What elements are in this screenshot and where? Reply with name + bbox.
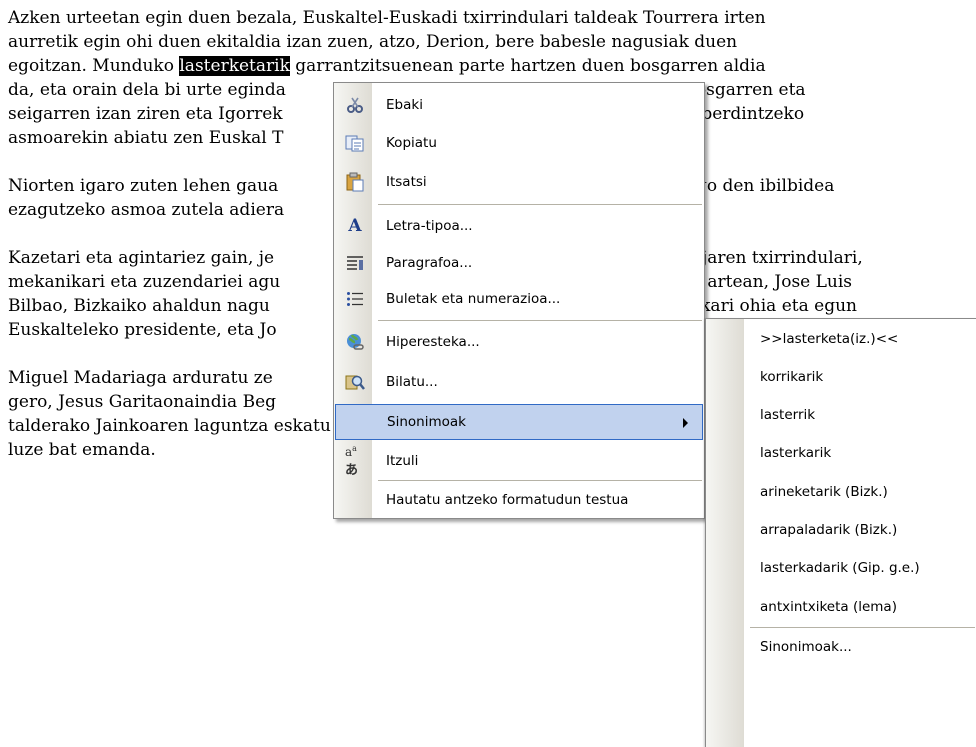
synonym-label: antxintxiketa (lema) <box>760 599 897 615</box>
menu-separator <box>750 627 975 628</box>
translate-icon: aaあ <box>345 444 359 478</box>
menu-item-bullets[interactable]: Buletak eta numerazioa... <box>335 281 703 317</box>
synonym-item[interactable]: antxintxiketa (lema) <box>707 589 976 625</box>
synonyms-submenu: >>lasterketa(iz.)<< korrikarik lasterrik… <box>705 318 976 747</box>
synonym-label: lasterrik <box>760 407 816 423</box>
menu-item-label: Bilatu... <box>386 374 438 390</box>
synonym-label: korrikarik <box>760 369 824 385</box>
scissors-icon <box>345 95 365 115</box>
menu-item-synonyms[interactable]: Sinonimoak <box>335 404 703 440</box>
menu-item-label: Sinonimoak <box>387 414 466 430</box>
menu-item-label: Hautatu antzeko formatudun testua <box>386 492 629 508</box>
synonym-label: lasterkadarik (Gip. g.e.) <box>760 560 920 576</box>
menu-item-label: Letra-tipoa... <box>386 218 473 234</box>
menu-separator <box>378 204 702 205</box>
menu-separator <box>378 320 702 321</box>
synonym-item[interactable]: lasterrik <box>707 397 976 433</box>
menu-item-label: Itzuli <box>386 453 419 469</box>
synonym-item[interactable]: arrapaladarik (Bizk.) <box>707 512 976 548</box>
menu-item-label: Buletak eta numerazioa... <box>386 291 561 307</box>
menu-item-copy[interactable]: Kopiatu <box>335 125 703 161</box>
hyperlink-icon <box>345 332 365 352</box>
menu-separator <box>378 480 702 481</box>
menu-item-label: Itsatsi <box>386 174 427 190</box>
menu-item-hyperlink[interactable]: Hiperesteka... <box>335 324 703 360</box>
menu-item-label: Ebaki <box>386 97 423 113</box>
synonym-item[interactable]: arineketarik (Bizk.) <box>707 474 976 510</box>
menu-item-paste[interactable]: Itsatsi <box>335 164 703 200</box>
synonym-label: arineketarik (Bizk.) <box>760 484 888 500</box>
synonym-item[interactable]: korrikarik <box>707 359 976 395</box>
copy-icon <box>345 133 365 153</box>
synonyms-dialog-item[interactable]: Sinonimoak... <box>707 629 976 665</box>
submenu-arrow-icon <box>683 418 688 428</box>
search-icon <box>345 372 365 392</box>
menu-item-font[interactable]: A Letra-tipoa... <box>335 208 703 244</box>
font-icon: A <box>348 216 362 236</box>
selected-word[interactable]: lasterketarik <box>179 56 290 76</box>
menu-item-label: Hiperesteka... <box>386 334 480 350</box>
menu-item-cut[interactable]: Ebaki <box>335 87 703 123</box>
text-line: aurretik egin ohi duen ekitaldia izan zu… <box>8 32 738 52</box>
menu-item-label: Paragrafoa... <box>386 255 473 271</box>
paste-icon <box>345 172 365 192</box>
text-line: Azken urteetan egin duen bezala, Euskalt… <box>8 8 766 28</box>
paragraph-icon <box>345 253 365 273</box>
menu-item-label: Kopiatu <box>386 135 437 151</box>
synonym-item[interactable]: lasterkadarik (Gip. g.e.) <box>707 550 976 586</box>
synonym-label: lasterkarik <box>760 445 832 461</box>
synonym-label: arrapaladarik (Bizk.) <box>760 522 898 538</box>
synonym-item[interactable]: >>lasterketa(iz.)<< <box>707 321 976 357</box>
menu-item-search[interactable]: Bilatu... <box>335 364 703 400</box>
synonym-item[interactable]: lasterkarik <box>707 435 976 471</box>
menu-item-translate[interactable]: aaあ Itzuli <box>335 443 703 479</box>
synonym-label: Sinonimoak... <box>760 639 852 655</box>
synonym-label: >>lasterketa(iz.)<< <box>760 331 899 347</box>
context-menu: Ebaki Kopiatu Itsatsi A Letra-tipoa... P… <box>333 82 705 519</box>
text-line: egoitzan. Munduko lasterketarik garrantz… <box>8 56 766 76</box>
bullets-icon <box>345 289 365 309</box>
menu-item-paragraph[interactable]: Paragrafoa... <box>335 245 703 281</box>
menu-item-select-similar-formatting[interactable]: Hautatu antzeko formatudun testua <box>335 482 703 518</box>
